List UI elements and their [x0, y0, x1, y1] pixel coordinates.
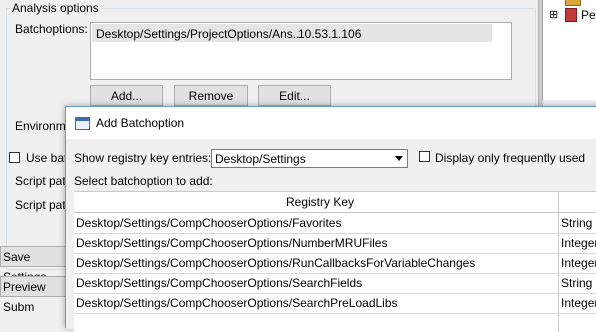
- cell-registry-key: Desktop/Settings/CompChooserOptions/RunC…: [76, 256, 476, 270]
- window-icon: [75, 117, 90, 130]
- table-row[interactable]: Desktop/Settings/CompChooserOptions/Sear…: [74, 273, 596, 294]
- cell-type: Integer: [561, 256, 596, 270]
- frequent-label: Display only frequently used: [435, 151, 586, 165]
- table-row[interactable]: Desktop/Settings/CompChooserOptions/Favo…: [74, 213, 596, 234]
- cell-type: String: [561, 216, 593, 230]
- dialog-body: Show registry key entries: Desktop/Setti…: [66, 139, 596, 332]
- grid-header: Registry Key: [74, 192, 596, 213]
- select-batchoption-label: Select batchoption to add:: [74, 174, 213, 188]
- tree-panel: ⊞ Pe: [542, 0, 596, 100]
- column-header-registry-key[interactable]: Registry Key: [286, 195, 354, 209]
- cell-registry-key: Desktop/Settings/CompChooserOptions/Sear…: [76, 296, 398, 310]
- script-path-label-1: Script path: [15, 174, 73, 188]
- expand-icon[interactable]: ⊞: [549, 8, 558, 21]
- cell-type: String: [561, 276, 593, 290]
- cell-type: Integer: [561, 296, 596, 310]
- dialog-titlebar[interactable]: Add Batchoption: [66, 107, 596, 139]
- combo-value: Desktop/Settings: [215, 152, 306, 166]
- edit-button[interactable]: Edit...: [258, 85, 331, 106]
- registry-key-combo[interactable]: Desktop/Settings: [211, 149, 408, 168]
- table-row[interactable]: Desktop/Settings/CompChooserOptions/Numb…: [74, 233, 596, 254]
- dialog-title: Add Batchoption: [96, 116, 185, 130]
- tree-item-label[interactable]: Pe: [581, 8, 596, 22]
- cell-registry-key: Desktop/Settings/CompChooserOptions/Sear…: [76, 276, 363, 290]
- batchoptions-list[interactable]: Desktop/Settings/ProjectOptions/Ans... 1…: [90, 22, 512, 80]
- folder-icon: [565, 0, 581, 6]
- remove-button[interactable]: Remove: [174, 85, 248, 106]
- table-row[interactable]: Desktop/Settings/CompChooserOptions/RunC…: [74, 253, 596, 274]
- cell-registry-key: Desktop/Settings/CompChooserOptions/Favo…: [76, 216, 342, 230]
- registry-grid: Registry Key Desktop/Settings/CompChoose…: [74, 191, 596, 332]
- add-button[interactable]: Add...: [90, 85, 163, 106]
- show-registry-label: Show registry key entries:: [74, 151, 212, 165]
- table-row[interactable]: Desktop/Settings/CompChooserOptions/Sear…: [74, 293, 596, 314]
- environment-label: Environme: [15, 119, 73, 133]
- analysis-options-title: Analysis options: [10, 1, 101, 15]
- frequent-checkbox[interactable]: [419, 151, 430, 162]
- preview-submit-button[interactable]: Preview Subm: [0, 276, 70, 314]
- batch-entry-value: 10.53.1.106: [298, 27, 362, 41]
- batch-entry-path: Desktop/Settings/ProjectOptions/Ans...: [96, 27, 303, 41]
- chevron-down-icon[interactable]: [392, 151, 406, 166]
- add-batchoption-dialog: Add Batchoption Show registry key entrie…: [65, 106, 596, 332]
- list-item[interactable]: Desktop/Settings/ProjectOptions/Ans... 1…: [92, 24, 492, 42]
- script-path-label-2: Script path: [15, 198, 73, 212]
- cell-registry-key: Desktop/Settings/CompChooserOptions/Numb…: [76, 236, 388, 250]
- item-icon: [565, 8, 577, 22]
- use-batch-checkbox[interactable]: [9, 152, 20, 163]
- save-settings-button[interactable]: Save Settings: [0, 246, 70, 284]
- batchoptions-label: Batchoptions:: [15, 22, 88, 36]
- cell-type: Integer: [561, 236, 596, 250]
